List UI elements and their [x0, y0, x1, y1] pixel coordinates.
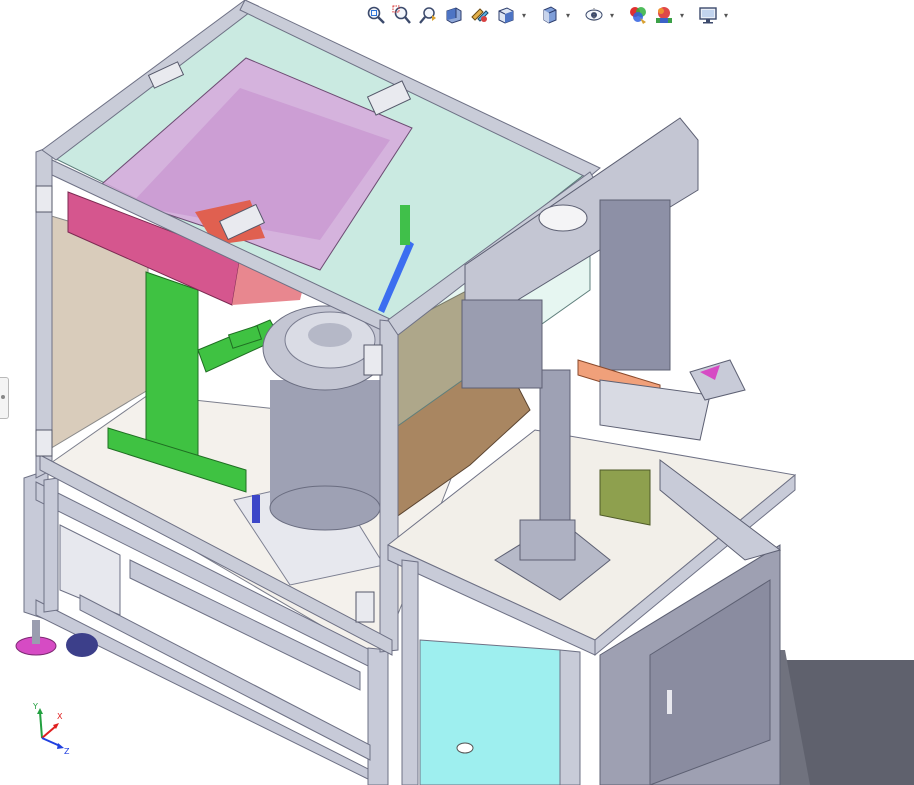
- triad-x-axis: [41, 725, 57, 739]
- collapse-handle-icon: [1, 395, 5, 399]
- section-view-icon: [446, 7, 462, 24]
- apply-scene-icon: [656, 7, 672, 23]
- cad-viewport[interactable]: [0, 0, 914, 785]
- section-view-button[interactable]: [442, 3, 466, 27]
- display-style-icon: [543, 6, 557, 24]
- apply-scene-dropdown[interactable]: ▾: [678, 3, 686, 27]
- view-settings-icon: [699, 7, 717, 24]
- triad-z-label: Z: [64, 747, 70, 756]
- view-orientation-dropdown[interactable]: ▾: [520, 3, 528, 27]
- zoom-to-area-icon: [392, 5, 411, 24]
- hide-show-items-dropdown[interactable]: ▾: [608, 3, 616, 27]
- edit-appearance-button[interactable]: [626, 3, 650, 27]
- previous-view-button[interactable]: [416, 3, 440, 27]
- display-style-button[interactable]: [538, 3, 562, 27]
- zoom-to-fit-icon: [367, 6, 385, 24]
- previous-view-icon: [419, 7, 436, 24]
- triad-x-label: X: [57, 712, 63, 721]
- reference-triad: Y X Z: [32, 702, 70, 756]
- zoom-to-fit-button[interactable]: [364, 3, 388, 27]
- heads-up-view-toolbar: ▾ ▾ ▾ ▾ ▾: [364, 2, 730, 28]
- view-orientation-icon: [498, 7, 514, 24]
- hide-show-items-icon: [585, 8, 603, 22]
- dynamic-annotation-icon: [471, 8, 489, 22]
- triad-y-axis: [39, 711, 43, 739]
- zoom-to-area-button[interactable]: [390, 3, 414, 27]
- view-settings-dropdown[interactable]: ▾: [722, 3, 730, 27]
- view-settings-button[interactable]: [696, 3, 720, 27]
- edit-appearance-icon: [630, 7, 646, 24]
- triad-y-label: Y: [32, 702, 38, 711]
- apply-scene-button[interactable]: [652, 3, 676, 27]
- view-orientation-button[interactable]: [494, 3, 518, 27]
- hide-show-items-button[interactable]: [582, 3, 606, 27]
- dynamic-annotation-button[interactable]: [468, 3, 492, 27]
- display-style-dropdown[interactable]: ▾: [564, 3, 572, 27]
- triad-z-axis: [41, 737, 61, 747]
- feature-manager-collapse-tab[interactable]: [0, 377, 9, 419]
